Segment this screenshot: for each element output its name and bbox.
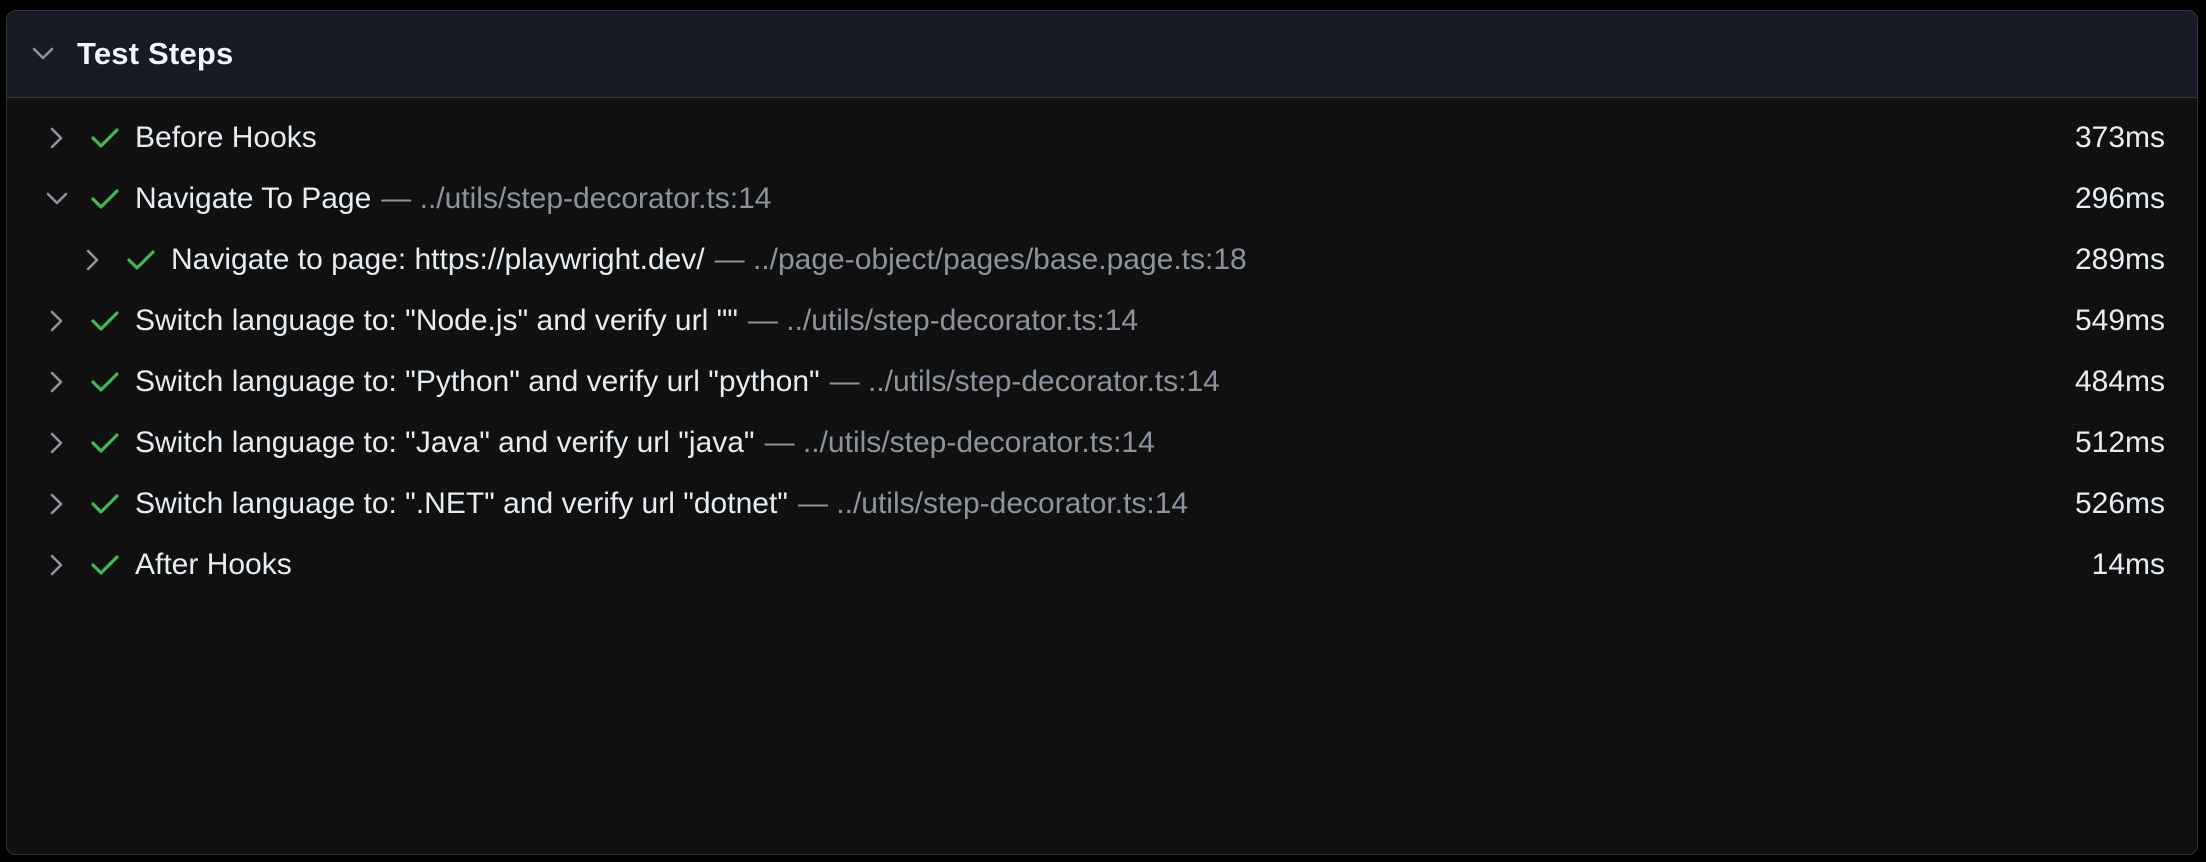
check-icon [125,244,157,276]
step-location: — ../utils/step-decorator.ts:14 [797,487,1189,520]
step-duration: 484ms [2074,365,2165,398]
step-duration: 549ms [2074,304,2165,337]
step-row[interactable]: Switch language to: "Python" and verify … [7,352,2197,412]
step-duration: 512ms [2074,426,2165,459]
step-row[interactable]: Switch language to: "Node.js" and verify… [7,291,2197,351]
step-title: Navigate To Page [135,182,372,215]
chevron-right-icon[interactable] [43,551,71,579]
step-duration: 289ms [2074,243,2165,276]
step-title: After Hooks [135,548,292,581]
step-duration: 373ms [2074,121,2165,154]
chevron-right-icon[interactable] [43,124,71,152]
test-steps-panel: Test Steps Before Hooks 373ms Navigate To … [6,10,2198,855]
check-icon [89,488,121,520]
step-location: — ../utils/step-decorator.ts:14 [829,365,1220,398]
step-row[interactable]: Switch language to: "Java" and verify ur… [7,413,2197,473]
step-title: Navigate to page: https://playwright.dev… [171,243,705,276]
step-row[interactable]: Navigate To Page — ../utils/step-decorato… [7,169,2197,229]
step-row[interactable]: After Hooks 14ms [7,535,2197,595]
panel-title: Test Steps [77,36,234,71]
step-title: Switch language to: "Python" and verify … [135,365,820,398]
check-icon [89,183,121,215]
chevron-down-icon[interactable] [43,185,71,213]
check-icon [89,305,121,337]
check-icon [89,549,121,581]
step-duration: 526ms [2074,487,2165,520]
chevron-right-icon[interactable] [43,307,71,335]
test-steps-header[interactable]: Test Steps [7,11,2197,98]
step-duration: 296ms [2074,182,2165,215]
step-title: Switch language to: "Node.js" and verify… [135,304,738,337]
chevron-down-icon[interactable] [29,40,57,68]
check-icon [89,427,121,459]
step-location: — ../utils/step-decorator.ts:14 [381,182,772,215]
step-location: — ../page-object/pages/base.page.ts:18 [714,243,1247,276]
chevron-right-icon[interactable] [43,429,71,457]
check-icon [89,366,121,398]
chevron-right-icon[interactable] [43,368,71,396]
step-row[interactable]: Navigate to page: https://playwright.dev… [7,230,2197,290]
step-location: — ../utils/step-decorator.ts:14 [764,426,1155,459]
step-title: Before Hooks [135,121,317,154]
step-row[interactable]: Before Hooks 373ms [7,108,2197,168]
chevron-right-icon[interactable] [79,246,107,274]
step-duration: 14ms [2091,548,2165,581]
step-location: — ../utils/step-decorator.ts:14 [747,304,1139,337]
step-row[interactable]: Switch language to: ".NET" and verify ur… [7,474,2197,534]
chevron-right-icon[interactable] [43,490,71,518]
step-title: Switch language to: ".NET" and verify ur… [135,487,788,520]
check-icon [89,122,121,154]
step-title: Switch language to: "Java" and verify ur… [135,426,755,459]
